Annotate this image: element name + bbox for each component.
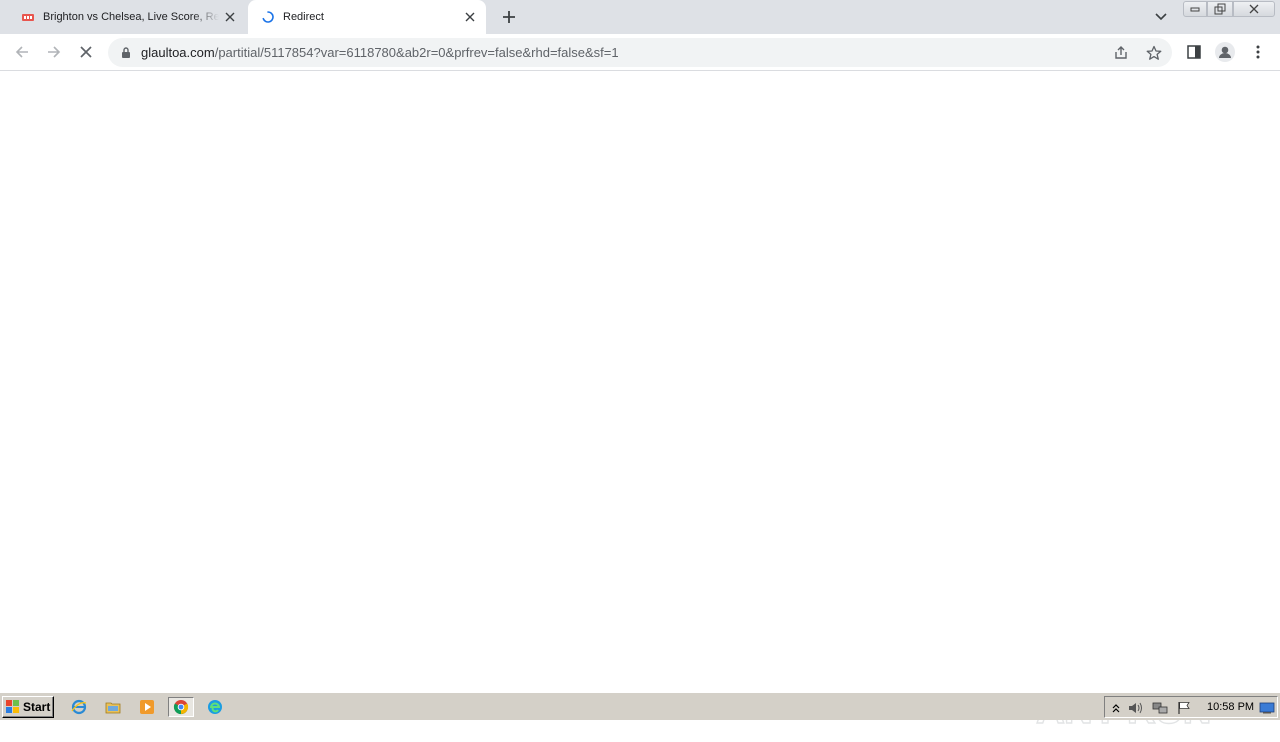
browser-toolbar: glaultoa.com/partitial/5117854?var=61187… bbox=[0, 34, 1280, 71]
back-button[interactable] bbox=[12, 42, 32, 62]
tab-close-icon[interactable] bbox=[462, 9, 478, 25]
tab-redirect[interactable]: Redirect bbox=[248, 0, 486, 34]
plus-icon bbox=[503, 11, 515, 23]
system-tray: 10:58 PM bbox=[1104, 696, 1278, 718]
minimize-icon bbox=[1190, 7, 1200, 12]
profile-button[interactable] bbox=[1215, 42, 1235, 62]
stop-loading-button[interactable] bbox=[76, 42, 96, 62]
loading-spinner-icon bbox=[262, 11, 274, 23]
livescore-favicon-icon bbox=[22, 11, 34, 23]
file-explorer-icon[interactable] bbox=[102, 697, 124, 717]
action-center-flag-icon[interactable] bbox=[1176, 700, 1192, 716]
minimize-button[interactable] bbox=[1183, 1, 1207, 17]
menu-button[interactable] bbox=[1248, 42, 1268, 62]
lock-icon[interactable] bbox=[120, 46, 132, 59]
page-content: ANY RUN bbox=[0, 72, 1280, 732]
bookmark-star-icon[interactable] bbox=[1145, 44, 1163, 62]
share-icon[interactable] bbox=[1112, 44, 1130, 62]
show-desktop-icon[interactable] bbox=[1259, 700, 1275, 716]
close-icon bbox=[1249, 4, 1259, 14]
windows-logo-icon bbox=[6, 700, 19, 713]
side-panel-icon bbox=[1187, 45, 1201, 59]
tab-search-button[interactable] bbox=[1152, 8, 1170, 26]
network-icon[interactable] bbox=[1152, 700, 1168, 716]
stop-icon bbox=[80, 46, 92, 58]
tab-brighton-chelsea[interactable]: Brighton vs Chelsea, Live Score, Res bbox=[8, 0, 246, 34]
restore-button[interactable] bbox=[1207, 1, 1233, 17]
forward-arrow-icon bbox=[48, 46, 61, 58]
tab-close-icon[interactable] bbox=[222, 9, 238, 25]
avatar-icon bbox=[1215, 42, 1235, 62]
url-host: glaultoa.com bbox=[141, 45, 215, 60]
tab-strip: Brighton vs Chelsea, Live Score, Res Red… bbox=[0, 0, 1280, 34]
clock[interactable]: 10:58 PM bbox=[1207, 701, 1254, 713]
forward-button[interactable] bbox=[44, 42, 64, 62]
chevron-down-icon bbox=[1155, 13, 1167, 21]
edge-icon[interactable] bbox=[204, 697, 226, 717]
start-label: Start bbox=[23, 700, 51, 714]
tab-title: Redirect bbox=[283, 11, 324, 23]
taskbar: Start 10:58 PM bbox=[0, 692, 1280, 720]
close-window-button[interactable] bbox=[1233, 1, 1275, 17]
side-panel-button[interactable] bbox=[1184, 42, 1204, 62]
url-text[interactable]: glaultoa.com/partitial/5117854?var=61187… bbox=[141, 45, 619, 60]
internet-explorer-icon[interactable] bbox=[68, 697, 90, 717]
chrome-taskbar-button[interactable] bbox=[168, 697, 194, 717]
new-tab-button[interactable] bbox=[499, 7, 519, 27]
media-player-icon[interactable] bbox=[136, 697, 158, 717]
back-arrow-icon bbox=[15, 46, 28, 58]
restore-icon bbox=[1214, 3, 1226, 15]
chrome-icon bbox=[173, 700, 189, 715]
url-path: /partitial/5117854?var=6118780&ab2r=0&pr… bbox=[214, 45, 619, 60]
volume-icon[interactable] bbox=[1128, 700, 1144, 716]
kebab-menu-icon bbox=[1256, 45, 1260, 59]
show-hidden-icons-icon[interactable] bbox=[1108, 700, 1124, 716]
start-button[interactable]: Start bbox=[2, 696, 54, 718]
tab-title: Brighton vs Chelsea, Live Score, Res bbox=[43, 11, 219, 23]
address-bar[interactable]: glaultoa.com/partitial/5117854?var=61187… bbox=[108, 38, 1172, 67]
